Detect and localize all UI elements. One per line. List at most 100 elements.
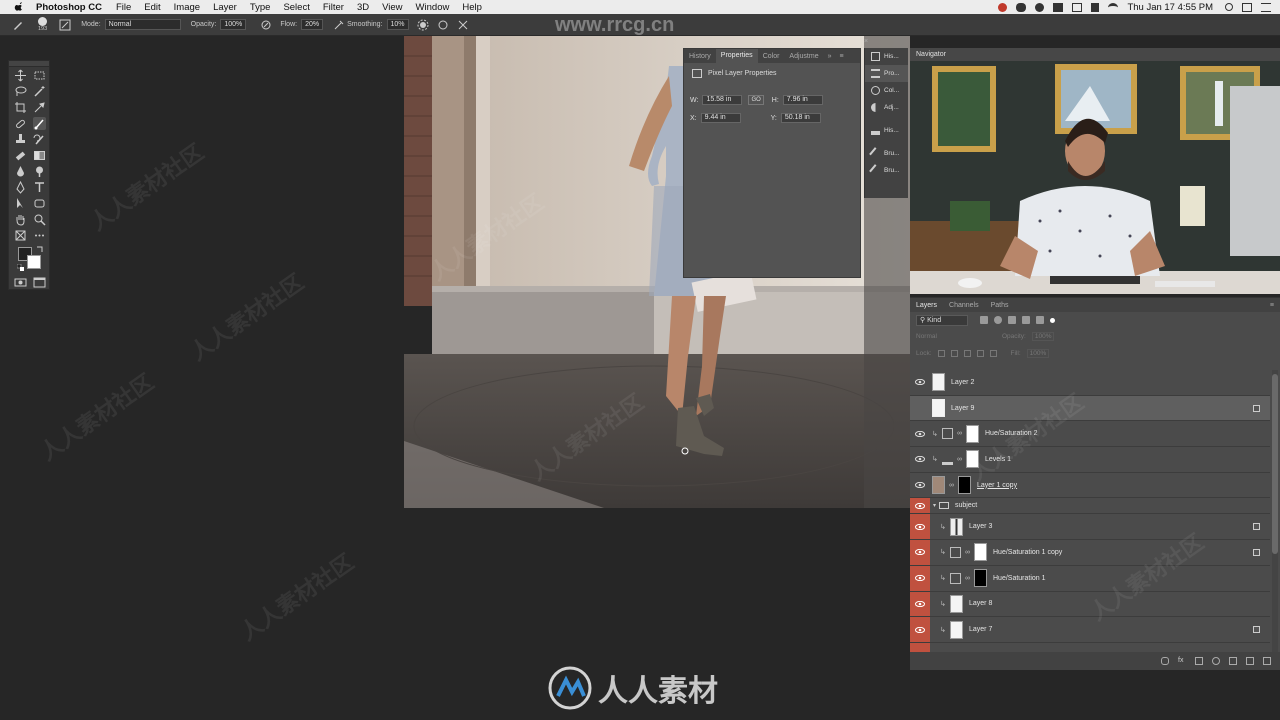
layers-scrollbar[interactable]: [1272, 370, 1278, 652]
eraser-tool-icon[interactable]: [14, 149, 27, 162]
layer-name[interactable]: Levels 1: [985, 456, 1011, 463]
lock-artboard-icon[interactable]: [976, 350, 984, 357]
layer-mask-thumbnail[interactable]: [958, 476, 971, 495]
tab-layers[interactable]: Layers: [910, 302, 943, 309]
new-adjustment-layer-icon[interactable]: [1212, 657, 1220, 665]
clone-stamp-tool-icon[interactable]: [14, 133, 27, 146]
layer-mask-thumbnail[interactable]: [966, 450, 979, 469]
visibility-eye-icon[interactable]: [910, 370, 930, 395]
pressure-opacity-icon[interactable]: [260, 19, 272, 31]
navigator-title[interactable]: Navigator: [910, 48, 1280, 61]
gradient-tool-icon[interactable]: [33, 149, 46, 162]
dock-adjustments[interactable]: Adj...: [865, 99, 908, 116]
panel-menu-icon[interactable]: ≡: [840, 53, 844, 60]
layer-row[interactable]: ∞ Layer 1 copy: [910, 473, 1270, 499]
visibility-eye-icon[interactable]: [910, 498, 930, 514]
menu-help[interactable]: Help: [462, 2, 482, 13]
app-name-menu[interactable]: Photoshop CC: [36, 2, 102, 13]
frame-tool-icon[interactable]: [14, 229, 27, 242]
tab-properties[interactable]: Properties: [715, 49, 758, 63]
layer-name[interactable]: Layer 2: [951, 379, 974, 386]
menu-image[interactable]: Image: [174, 2, 200, 13]
quick-mask-icon[interactable]: [14, 276, 27, 289]
brush-preset-picker[interactable]: 193: [38, 17, 47, 32]
tab-paths[interactable]: Paths: [985, 302, 1015, 309]
lock-image-icon[interactable]: [950, 350, 958, 357]
layers-scrollbar-thumb[interactable]: [1272, 374, 1278, 554]
filter-toggle-icon[interactable]: [1050, 317, 1055, 323]
link-layers-icon[interactable]: [1161, 657, 1169, 665]
menu-type[interactable]: Type: [250, 2, 271, 13]
swap-colors-icon[interactable]: [36, 245, 43, 252]
magic-wand-tool-icon[interactable]: [33, 85, 46, 98]
flow-input[interactable]: 20%: [301, 19, 324, 30]
hand-tool-icon[interactable]: [14, 213, 27, 226]
group-expand-chevron-icon[interactable]: ▾: [933, 502, 936, 509]
layer-name[interactable]: Layer 1 copy: [977, 482, 1017, 489]
dropbox-icon[interactable]: [1053, 2, 1064, 12]
tab-adjustments[interactable]: Adjustme: [784, 53, 823, 60]
mask-link-icon[interactable]: ∞: [957, 456, 963, 463]
layer-row[interactable]: ↳ Layer 7: [910, 617, 1270, 643]
mask-link-icon[interactable]: ∞: [965, 575, 971, 582]
filter-pixel-icon[interactable]: [980, 316, 988, 324]
screen-mode-icon[interactable]: [33, 276, 46, 289]
filter-type-icon[interactable]: [1008, 316, 1016, 324]
creative-cloud-icon[interactable]: [998, 2, 1008, 12]
menu-edit[interactable]: Edit: [144, 2, 160, 13]
menu-select[interactable]: Select: [283, 2, 309, 13]
x-input[interactable]: 9.44 in: [700, 113, 741, 123]
y-input[interactable]: 50.18 in: [780, 113, 821, 123]
move-tool-icon[interactable]: [14, 69, 27, 82]
shape-tool-icon[interactable]: [33, 197, 46, 210]
type-tool-icon[interactable]: [33, 181, 46, 194]
opacity-input[interactable]: 100%: [220, 19, 247, 30]
new-group-icon[interactable]: [1229, 657, 1237, 665]
delete-layer-icon[interactable]: [1263, 657, 1271, 665]
crop-tool-icon[interactable]: [14, 101, 27, 114]
display-icon[interactable]: [1072, 2, 1083, 12]
zoom-tool-icon[interactable]: [33, 213, 46, 226]
control-center-icon[interactable]: [1242, 2, 1252, 12]
lock-pixels-icon[interactable]: [937, 350, 945, 357]
pressure-size-icon[interactable]: [437, 19, 449, 31]
dock-properties[interactable]: Pro...: [865, 65, 908, 82]
fill-input[interactable]: 100%: [1026, 349, 1050, 358]
filter-smart-object-icon[interactable]: [1036, 316, 1044, 324]
layer-group-row[interactable]: ▾ subject: [910, 498, 1270, 515]
blur-tool-icon[interactable]: [14, 165, 27, 178]
tab-color[interactable]: Color: [758, 53, 785, 60]
add-mask-icon[interactable]: [1195, 657, 1203, 665]
visibility-eye-icon[interactable]: [910, 642, 930, 652]
dock-histogram[interactable]: His...: [865, 122, 908, 139]
menu-window[interactable]: Window: [416, 2, 450, 13]
layer-row[interactable]: ↳ ∞ Hue/Saturation 2: [910, 421, 1270, 448]
height-input[interactable]: 7.96 in: [782, 95, 823, 105]
mask-link-icon[interactable]: ∞: [965, 549, 971, 556]
volume-icon[interactable]: [1091, 2, 1100, 12]
layers-panel-menu-icon[interactable]: ≡: [1270, 302, 1274, 309]
marquee-tool-icon[interactable]: [33, 69, 46, 82]
symmetry-icon[interactable]: [457, 19, 469, 31]
visibility-eye-icon[interactable]: [910, 565, 930, 591]
menubar-clock[interactable]: Thu Jan 17 4:55 PM: [1127, 2, 1213, 13]
lasso-tool-icon[interactable]: [14, 85, 27, 98]
group-name[interactable]: subject: [955, 502, 977, 509]
layer-name[interactable]: Layer 8: [969, 600, 992, 607]
mode-select[interactable]: Normal: [104, 19, 181, 30]
dock-brushes[interactable]: Bru...: [865, 145, 908, 162]
path-selection-tool-icon[interactable]: [14, 197, 27, 210]
menu-file[interactable]: File: [116, 2, 131, 13]
smoothing-gear-icon[interactable]: [417, 19, 429, 31]
filter-adjustment-icon[interactable]: [994, 316, 1002, 324]
menu-3d[interactable]: 3D: [357, 2, 369, 13]
visibility-eye-icon[interactable]: [910, 591, 930, 617]
layer-mask-thumbnail[interactable]: [974, 569, 987, 588]
layer-style-fx-icon[interactable]: fx: [1178, 657, 1186, 665]
layer-row[interactable]: ↳ Layer 3: [910, 514, 1270, 541]
history-brush-tool-icon[interactable]: [33, 133, 46, 146]
more-tools-icon[interactable]: [33, 229, 46, 242]
smoothing-input[interactable]: 10%: [386, 19, 409, 30]
layer-row-selected[interactable]: Layer 9: [910, 395, 1270, 422]
tab-channels[interactable]: Channels: [943, 302, 985, 309]
